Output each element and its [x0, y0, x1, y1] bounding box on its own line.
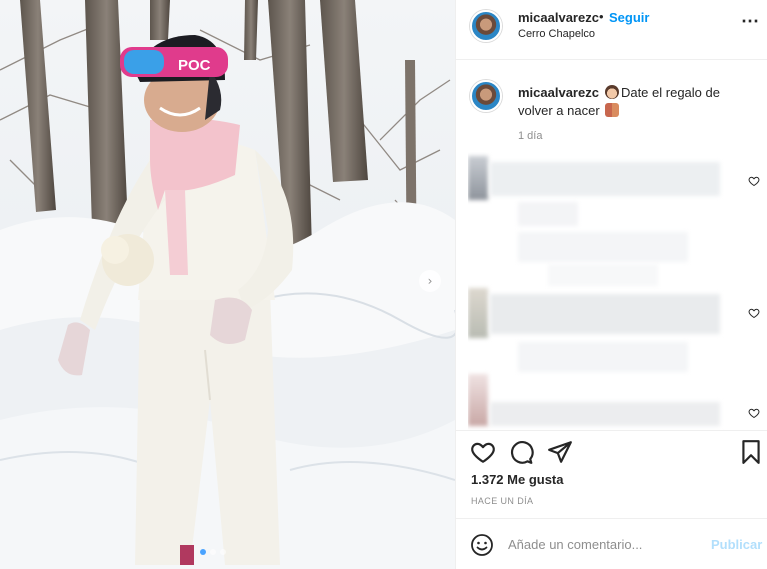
action-bar — [456, 430, 767, 470]
publish-button[interactable]: Publicar — [711, 537, 762, 552]
comment-text — [490, 162, 720, 196]
comment-like-icon[interactable] — [748, 175, 760, 187]
share-icon[interactable] — [547, 439, 573, 465]
comment-icon[interactable] — [508, 439, 534, 465]
comment-avatar — [468, 374, 488, 426]
comment-input[interactable] — [508, 533, 698, 555]
username-link[interactable]: micaalvarezc — [518, 10, 599, 25]
emoji-icon[interactable] — [470, 533, 494, 557]
avatar[interactable] — [470, 10, 502, 42]
more-options-icon[interactable]: ⋯ — [741, 12, 760, 30]
couple-emoji-icon — [605, 103, 620, 117]
carousel-dot — [200, 549, 206, 555]
svg-text:POC: POC — [178, 57, 211, 74]
caption-text: micaalvarezc Date el regalo de volver a n… — [518, 84, 753, 120]
heart-icon[interactable] — [470, 439, 496, 465]
comment-text — [518, 232, 688, 262]
skier-emoji-icon — [604, 85, 619, 99]
likes-count[interactable]: 1.372 Me gusta — [471, 472, 564, 487]
comment-like-icon[interactable] — [748, 407, 760, 419]
comment-text — [490, 294, 720, 334]
post-photo[interactable]: POC › — [0, 0, 455, 569]
follow-button[interactable]: Seguir — [609, 10, 649, 25]
next-slide-button[interactable]: › — [419, 270, 441, 292]
post-header: micaalvarezc • Seguir Cerro Chapelco ⋯ — [456, 0, 767, 60]
caption: micaalvarezc Date el regalo de volver a n… — [456, 62, 767, 152]
comment-text — [518, 342, 688, 372]
post-sidebar: micaalvarezc • Seguir Cerro Chapelco ⋯ m… — [455, 0, 767, 569]
comment-bar: Publicar — [456, 518, 767, 569]
carousel-dot — [210, 549, 216, 555]
post-timestamp: HACE UN DÍA — [471, 496, 534, 506]
comments-list-blurred — [468, 152, 767, 430]
snow-scene-image: POC — [0, 0, 455, 569]
comment-avatar — [468, 156, 488, 200]
comment-text — [548, 264, 658, 286]
carousel-dots — [200, 549, 226, 555]
caption-username[interactable]: micaalvarezc — [518, 85, 599, 100]
comment-text — [518, 202, 578, 226]
comment-like-icon[interactable] — [748, 307, 760, 319]
caption-timestamp: 1 día — [518, 130, 543, 142]
bookmark-icon[interactable] — [738, 439, 764, 465]
comment-text — [490, 402, 720, 426]
comment-avatar — [468, 288, 488, 338]
follow-separator: • — [599, 9, 604, 24]
avatar[interactable] — [470, 80, 502, 112]
carousel-dot — [220, 549, 226, 555]
chevron-right-icon: › — [427, 274, 433, 288]
location-link[interactable]: Cerro Chapelco — [518, 28, 595, 40]
